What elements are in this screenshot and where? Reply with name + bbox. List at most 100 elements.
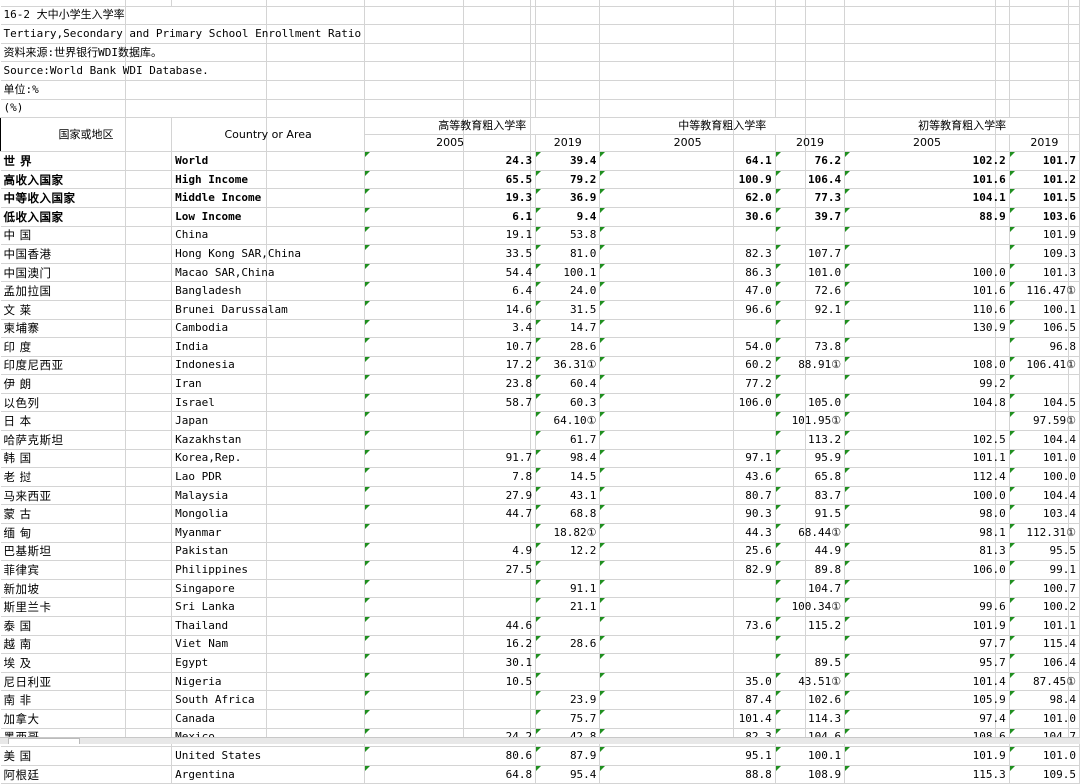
- cell[interactable]: [844, 6, 1010, 26]
- country-cn[interactable]: 菲律宾: [0, 560, 173, 580]
- value-cell[interactable]: 17.2: [364, 356, 537, 376]
- cell[interactable]: [364, 61, 537, 81]
- value-cell[interactable]: 106.4: [1009, 653, 1080, 673]
- value-cell[interactable]: [599, 226, 776, 246]
- country-en[interactable]: Macao SAR,China: [171, 263, 366, 283]
- country-en[interactable]: Mongolia: [171, 504, 366, 525]
- value-cell[interactable]: 100.0: [1009, 467, 1080, 487]
- cell[interactable]: [1009, 24, 1080, 44]
- value-cell[interactable]: 98.0: [844, 504, 1010, 525]
- value-cell[interactable]: 104.1: [844, 188, 1010, 208]
- cell[interactable]: [775, 43, 846, 63]
- country-cn[interactable]: 哈萨克斯坦: [0, 430, 173, 450]
- value-cell[interactable]: 100.1: [775, 746, 846, 766]
- value-cell[interactable]: [844, 244, 1010, 264]
- cell[interactable]: [364, 99, 537, 119]
- cell[interactable]: [535, 61, 601, 81]
- value-cell[interactable]: 101.6: [844, 281, 1010, 301]
- value-cell[interactable]: 80.7: [599, 486, 776, 506]
- value-cell[interactable]: [775, 226, 846, 246]
- country-cn[interactable]: 韩 国: [0, 449, 173, 469]
- country-cn[interactable]: 阿根廷: [0, 765, 173, 784]
- value-cell[interactable]: 103.6: [1009, 207, 1080, 227]
- value-cell[interactable]: 106.4: [775, 170, 846, 190]
- value-cell[interactable]: 30.1: [364, 653, 537, 673]
- value-cell[interactable]: 108.9: [775, 765, 846, 784]
- value-cell[interactable]: 44.6: [364, 616, 537, 636]
- value-cell[interactable]: 87.45①: [1009, 672, 1080, 692]
- country-cn[interactable]: 低收入国家: [0, 207, 173, 227]
- value-cell[interactable]: [535, 653, 601, 673]
- country-en[interactable]: Viet Nam: [171, 635, 366, 655]
- country-en[interactable]: Singapore: [171, 579, 366, 599]
- country-en[interactable]: Malaysia: [171, 486, 366, 506]
- country-en[interactable]: Myanmar: [171, 523, 366, 543]
- value-cell[interactable]: 64.8: [364, 765, 537, 784]
- value-cell[interactable]: 53.8: [535, 226, 601, 246]
- value-cell[interactable]: 81.0: [535, 244, 601, 264]
- value-cell[interactable]: 14.5: [535, 467, 601, 487]
- cell[interactable]: [1009, 99, 1080, 119]
- value-cell[interactable]: 101.9: [1009, 226, 1080, 246]
- value-cell[interactable]: 14.6: [364, 300, 537, 320]
- cell[interactable]: [844, 99, 1010, 119]
- value-cell[interactable]: [844, 411, 1010, 432]
- country-en[interactable]: Japan: [171, 411, 366, 432]
- value-cell[interactable]: 72.6: [775, 281, 846, 301]
- value-cell[interactable]: 89.5: [775, 653, 846, 673]
- country-cn[interactable]: 以色列: [0, 393, 173, 413]
- header-group[interactable]: 初等教育粗入学率: [844, 117, 1080, 136]
- info-line[interactable]: 单位:%: [0, 80, 366, 100]
- value-cell[interactable]: 96.6: [599, 300, 776, 320]
- value-cell[interactable]: 90.3: [599, 504, 776, 525]
- cell[interactable]: [535, 24, 601, 44]
- header-year[interactable]: 2019: [535, 134, 601, 153]
- value-cell[interactable]: 7.8: [364, 467, 537, 487]
- value-cell[interactable]: [844, 226, 1010, 246]
- value-cell[interactable]: 31.5: [535, 300, 601, 320]
- country-cn[interactable]: 美 国: [0, 746, 173, 766]
- value-cell[interactable]: 76.2: [775, 151, 846, 171]
- value-cell[interactable]: 36.9: [535, 188, 601, 208]
- value-cell[interactable]: 101.0: [1009, 746, 1080, 766]
- info-line[interactable]: Source:World Bank WDI Database.: [0, 61, 366, 81]
- country-cn[interactable]: 埃 及: [0, 653, 173, 673]
- value-cell[interactable]: 73.6: [599, 616, 776, 636]
- value-cell[interactable]: 103.4: [1009, 504, 1080, 525]
- country-en[interactable]: Iran: [171, 374, 366, 394]
- value-cell[interactable]: 106.5: [1009, 319, 1080, 339]
- header-country-en[interactable]: Country or Area: [171, 117, 366, 153]
- country-en[interactable]: Pakistan: [171, 542, 366, 562]
- cell[interactable]: [844, 43, 1010, 63]
- country-cn[interactable]: 中国香港: [0, 244, 173, 264]
- value-cell[interactable]: 43.51①: [775, 672, 846, 692]
- value-cell[interactable]: 95.1: [599, 746, 776, 766]
- value-cell[interactable]: [599, 653, 776, 673]
- value-cell[interactable]: 82.3: [599, 244, 776, 264]
- value-cell[interactable]: 88.8: [599, 765, 776, 784]
- value-cell[interactable]: 115.2: [775, 616, 846, 636]
- value-cell[interactable]: 101.6: [844, 170, 1010, 190]
- value-cell[interactable]: 96.8: [1009, 337, 1080, 357]
- value-cell[interactable]: 28.6: [535, 337, 601, 357]
- cell[interactable]: [599, 24, 776, 44]
- value-cell[interactable]: 14.7: [535, 319, 601, 339]
- value-cell[interactable]: 101.0: [1009, 449, 1080, 469]
- country-cn[interactable]: 中等收入国家: [0, 188, 173, 208]
- value-cell[interactable]: 25.6: [599, 542, 776, 562]
- value-cell[interactable]: 106.41①: [1009, 356, 1080, 376]
- header-year[interactable]: 2019: [1008, 134, 1080, 153]
- cell[interactable]: [775, 24, 846, 44]
- cell[interactable]: [844, 80, 1010, 100]
- value-cell[interactable]: 113.2: [775, 430, 846, 450]
- country-en[interactable]: Cambodia: [171, 319, 366, 339]
- value-cell[interactable]: [364, 411, 537, 432]
- country-cn[interactable]: 南 非: [0, 690, 173, 710]
- value-cell[interactable]: [364, 709, 537, 729]
- country-cn[interactable]: 巴基斯坦: [0, 542, 173, 562]
- country-cn[interactable]: 文 莱: [0, 300, 173, 320]
- value-cell[interactable]: 102.5: [844, 430, 1010, 450]
- sheet-tab[interactable]: [8, 738, 80, 744]
- value-cell[interactable]: [844, 579, 1010, 599]
- country-en[interactable]: India: [171, 337, 366, 357]
